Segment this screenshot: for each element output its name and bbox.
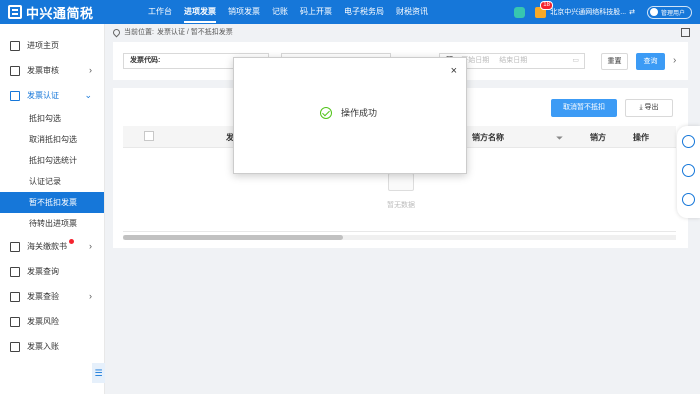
dialog-message: 操作成功	[320, 106, 377, 119]
sidebar-item-label: 海关缴款书	[27, 242, 67, 251]
query-icon	[10, 266, 20, 277]
chevron-right-icon: ›	[89, 241, 92, 251]
app-logo[interactable]: 中兴通简税	[8, 3, 120, 22]
chevron-down-icon: ⌄	[84, 90, 92, 100]
select-all-checkbox[interactable]	[144, 131, 154, 141]
nav-item-tax-news[interactable]: 财税资讯	[390, 0, 434, 24]
breadcrumb-prefix: 当前位置:	[124, 29, 154, 36]
risk-icon	[10, 316, 20, 327]
sidebar-item-customs[interactable]: 海关缴款书 ›	[0, 234, 104, 259]
certify-icon	[10, 90, 20, 101]
column-filter-icon[interactable]: ⏷	[556, 133, 563, 144]
dialog-message-text: 操作成功	[341, 108, 378, 118]
cancel-no-deduct-button[interactable]: 取消暂不抵扣	[551, 99, 617, 117]
nav-item-output-invoice[interactable]: 销项发票	[222, 0, 266, 24]
sidebar-item-label: 发票审核	[27, 66, 59, 75]
headset-icon[interactable]	[682, 164, 695, 177]
user-menu[interactable]: 管理用户	[646, 5, 692, 19]
sidebar-item-label: 发票查询	[27, 267, 59, 276]
nav-item-input-invoice[interactable]: 进项发票	[178, 0, 222, 24]
query-button[interactable]: 查询	[636, 53, 665, 70]
sidebar-item-label: 进项主页	[27, 41, 59, 50]
end-date-placeholder: 结束日期	[499, 57, 528, 64]
new-dot-badge	[69, 239, 74, 244]
nav-item-e-tax-bureau[interactable]: 电子税务局	[338, 0, 390, 24]
notification-icon[interactable]: 18	[535, 0, 553, 18]
entry-icon	[10, 341, 20, 352]
download-icon: ⤓	[639, 104, 643, 111]
refresh-icon[interactable]	[514, 6, 526, 18]
user-name: 管理用户	[660, 10, 685, 17]
empty-box-icon	[388, 173, 414, 191]
sidebar-item-home[interactable]: 进项主页	[0, 33, 104, 58]
fullscreen-icon[interactable]	[681, 28, 690, 37]
main-nav: 工作台 进项发票 销项发票 记账 码上开票 电子税务局 财税资讯	[142, 0, 434, 24]
sidebar-item-label: 发票查验	[27, 292, 59, 301]
sidebar: 进项主页 发票审核 › 发票认证 ⌄ 抵扣勾选 取消抵扣勾选 抵扣勾选统计 认证…	[0, 24, 105, 394]
app-title: 中兴通简税	[26, 5, 94, 21]
sidebar-subitem-deduct-select[interactable]: 抵扣勾选	[0, 108, 104, 129]
sidebar-subitem-no-deduct-invoice[interactable]: 暂不抵扣发票	[0, 192, 104, 213]
column-header-actions: 操作	[633, 133, 649, 142]
export-button[interactable]: ⤓ 导出	[625, 99, 673, 117]
nav-item-workbench[interactable]: 工作台	[142, 0, 178, 24]
close-icon[interactable]: ×	[451, 65, 457, 77]
breadcrumb-path: 发票认证 / 暂不抵扣发票	[156, 29, 233, 36]
verify-icon	[10, 291, 20, 302]
sidebar-item-entry[interactable]: 发票入账	[0, 334, 104, 359]
sidebar-subitem-cancel-deduct-select[interactable]: 取消抵扣勾选	[0, 129, 104, 150]
sidebar-subitem-pending-transfer[interactable]: 待转出进项票	[0, 213, 104, 234]
chevron-right-icon: ›	[89, 291, 92, 301]
avatar	[649, 8, 658, 16]
sidebar-item-label: 发票入账	[27, 342, 59, 351]
phone-icon[interactable]	[682, 135, 695, 148]
customs-icon	[10, 241, 20, 252]
floating-service-bar	[677, 126, 700, 218]
sidebar-subitem-deduct-stats[interactable]: 抵扣勾选统计	[0, 150, 104, 171]
home-icon	[10, 40, 20, 51]
notification-badge: 18	[540, 0, 553, 10]
sidebar-item-risk[interactable]: 发票风险	[0, 309, 104, 334]
scrollbar-thumb[interactable]	[123, 235, 343, 240]
breadcrumb: 当前位置: 发票认证 / 暂不抵扣发票	[111, 27, 233, 37]
reset-button[interactable]: 重置	[601, 53, 628, 70]
check-circle-icon	[320, 106, 332, 119]
top-bar: 中兴通简税 工作台 进项发票 销项发票 记账 码上开票 电子税务局 财税资讯 1…	[0, 0, 700, 24]
column-header-seller: 销方	[590, 133, 606, 142]
success-dialog: × 操作成功	[233, 57, 467, 174]
export-label: 导出	[644, 104, 659, 111]
sidebar-item-query[interactable]: 发票查询	[0, 259, 104, 284]
horizontal-scrollbar[interactable]	[123, 235, 676, 240]
sidebar-subitem-certify-records[interactable]: 认证记录	[0, 171, 104, 192]
column-header-seller-name: 销方名称	[472, 133, 504, 142]
sidebar-item-verify[interactable]: 发票查验 ›	[0, 284, 104, 309]
sidebar-item-label: 发票风险	[27, 317, 59, 326]
location-icon	[111, 27, 122, 37]
chat-icon[interactable]	[682, 193, 695, 206]
sidebar-collapse-button[interactable]: ☰	[92, 363, 105, 383]
chevron-right-icon[interactable]: ›	[673, 55, 676, 66]
sidebar-item-certify[interactable]: 发票认证 ⌄	[0, 83, 104, 108]
audit-icon	[10, 65, 20, 76]
empty-text: 暂无数据	[387, 202, 415, 209]
switch-company-icon[interactable]: ⇄	[629, 8, 635, 16]
nav-item-issue-invoice[interactable]: 码上开票	[294, 0, 338, 24]
invoice-code-label: 发票代码:	[130, 57, 161, 64]
logo-icon	[8, 5, 22, 19]
sidebar-item-audit[interactable]: 发票审核 ›	[0, 58, 104, 83]
chevron-right-icon: ›	[89, 65, 92, 75]
sidebar-item-label: 发票认证	[27, 91, 59, 100]
company-name[interactable]: 北京中兴通网络科技股...	[550, 7, 626, 17]
nav-item-bookkeeping[interactable]: 记账	[266, 0, 294, 24]
calendar-icon: ▭	[572, 57, 579, 64]
